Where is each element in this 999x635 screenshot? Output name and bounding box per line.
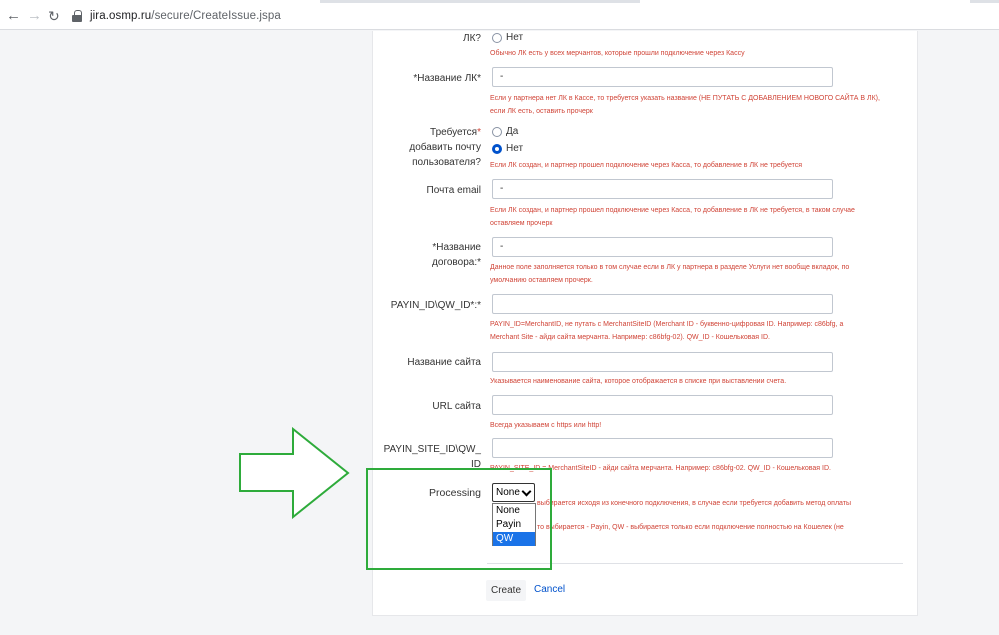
reload-icon[interactable]: ↻ xyxy=(48,8,60,24)
address-bar[interactable]: jira.osmp.ru/secure/CreateIssue.jspa xyxy=(72,6,281,26)
site-url-label: URL сайта xyxy=(432,401,481,412)
radio-icon xyxy=(492,32,502,43)
processing-hint-1: выбирается исходя из конечного подключен… xyxy=(537,500,852,507)
annotation-arrow-icon xyxy=(239,427,350,519)
lk-name-hint-1: Если у партнера нет ЛК в Кассе, то требу… xyxy=(490,95,880,102)
email-hint-1: Если ЛК создан, и партнер прошел подключ… xyxy=(490,207,855,214)
add-email-label: Требуется* добавить почту пользователя? xyxy=(409,127,481,168)
lock-icon xyxy=(72,10,82,22)
payin-id-hint-1: PAYIN_ID=MerchantID, не путать с Merchan… xyxy=(490,321,844,328)
payin-id-label: PAYIN_ID\QW_ID*:* xyxy=(390,300,481,311)
lk-name-input[interactable]: - xyxy=(492,67,833,87)
payin-id-hint-2: Merchant Site - айди сайта мерчанта. Нап… xyxy=(490,334,770,341)
contract-name-label: *Название договора:* xyxy=(432,242,481,268)
tab-strip xyxy=(0,0,999,3)
radio-label: Нет xyxy=(506,32,524,43)
radio-label: Нет xyxy=(506,143,524,154)
email-label: Почта email xyxy=(426,185,481,196)
site-name-input[interactable] xyxy=(492,352,833,372)
site-name-hint: Указывается наименование сайта, которое … xyxy=(490,378,787,385)
site-url-hint: Всегда указываем с https или http! xyxy=(490,422,602,429)
payin-site-id-hint: PAYIN_SITE_ID = MerchantSiteID - айди са… xyxy=(490,465,831,472)
lk-name-label: *Название ЛК* xyxy=(413,73,481,84)
payin-site-id-input[interactable] xyxy=(492,438,833,458)
lk-name-hint-2: если ЛК есть, оставить прочерк xyxy=(490,108,593,115)
arrow-right-icon[interactable]: → xyxy=(27,8,42,24)
contract-name-hint-1: Данное поле заполняется только в том слу… xyxy=(490,264,850,271)
cancel-link[interactable]: Cancel xyxy=(534,584,565,595)
contract-name-input[interactable]: - xyxy=(492,237,833,257)
url-path: /secure/CreateIssue.jspa xyxy=(151,10,281,22)
browser-toolbar: ← → ↻ jira.osmp.ru/secure/CreateIssue.js… xyxy=(0,0,999,30)
email-hint-2: оставляем прочерк xyxy=(490,220,553,227)
processing-hint-2: то выбирается - Payin, QW - выбирается т… xyxy=(537,524,844,531)
contract-name-hint-2: умолчанию оставляем прочерк. xyxy=(490,277,593,284)
radio-label: Да xyxy=(506,126,519,137)
add-email-hint: Если ЛК создан, и партнер прошел подключ… xyxy=(490,162,803,169)
add-email-radio-yes[interactable]: Да xyxy=(492,126,518,137)
url-host: jira.osmp.ru xyxy=(90,10,152,22)
site-name-label: Название сайта xyxy=(407,357,481,368)
lk-question-hint: Обычно ЛК есть у всех мерчантов, которые… xyxy=(490,50,745,57)
email-input[interactable]: - xyxy=(492,179,833,199)
create-button[interactable]: Create xyxy=(486,580,526,601)
payin-id-input[interactable] xyxy=(492,294,833,314)
arrow-left-icon[interactable]: ← xyxy=(6,8,21,24)
add-email-radio-no[interactable]: Нет xyxy=(492,143,523,154)
radio-checked-icon xyxy=(492,143,502,154)
lk-question-radio-no[interactable]: Нет xyxy=(492,32,523,43)
site-url-input[interactable] xyxy=(492,395,833,415)
highlight-box xyxy=(366,468,552,570)
lk-question-label: ЛК? xyxy=(463,33,481,44)
radio-icon xyxy=(492,126,502,137)
